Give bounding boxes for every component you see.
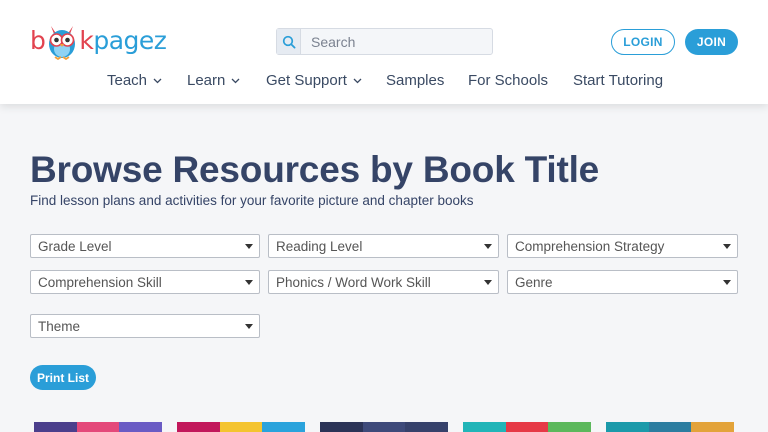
nav-item-label: Start Tutoring xyxy=(573,72,664,89)
owl-logo-icon xyxy=(46,20,78,61)
comprehension-strategy-select[interactable]: Comprehension Strategy xyxy=(507,234,738,258)
chevron-down-icon xyxy=(153,78,162,83)
select-label: Theme xyxy=(38,318,81,334)
thumb-band xyxy=(76,422,120,432)
nav-item-samples[interactable]: Samples xyxy=(386,72,444,89)
thumb-band xyxy=(648,422,692,432)
select-label: Genre xyxy=(515,274,553,290)
book-thumbnail[interactable] xyxy=(320,422,449,432)
caret-down-icon xyxy=(245,324,253,329)
logo-text-pagez: pagez xyxy=(93,25,167,55)
thumb-band xyxy=(177,422,220,432)
nav-item-label: Learn xyxy=(187,72,226,89)
thumb-band xyxy=(463,422,506,432)
nav-item-teach[interactable]: Teach xyxy=(107,72,162,89)
book-thumbnail[interactable] xyxy=(177,422,306,432)
search-icon[interactable] xyxy=(277,29,301,54)
select-label: Reading Level xyxy=(276,238,363,254)
select-label: Comprehension Strategy xyxy=(515,238,665,254)
book-thumbnail[interactable] xyxy=(606,422,735,432)
thumb-band xyxy=(505,422,549,432)
thumb-band xyxy=(548,422,592,432)
nav-item-get-support[interactable]: Get Support xyxy=(266,72,362,89)
nav-item-label: For Schools xyxy=(468,72,549,89)
nav-item-label: Get Support xyxy=(266,72,347,89)
book-thumbnail[interactable] xyxy=(34,422,163,432)
chevron-down-icon xyxy=(231,78,240,83)
caret-down-icon xyxy=(723,244,731,249)
thumb-band xyxy=(606,422,649,432)
nav-item-for-schools[interactable]: For Schools xyxy=(468,72,548,89)
nav-item-start-tutoring[interactable]: Start Tutoring xyxy=(573,72,663,89)
page-title: Browse Resources by Book Title xyxy=(30,149,600,190)
thumb-band xyxy=(262,422,306,432)
page-subtitle: Find lesson plans and activities for you… xyxy=(30,193,474,208)
select-label: Phonics / Word Work Skill xyxy=(276,274,431,290)
thumb-band xyxy=(119,422,163,432)
main-nav: Teach Learn Get Support Samples For Scho… xyxy=(0,72,768,92)
search-bar xyxy=(276,28,493,55)
nav-item-label: Samples xyxy=(386,72,445,89)
thumb-band xyxy=(219,422,263,432)
site-header: b k pagez LOGIN JOIN xyxy=(0,0,768,104)
login-button[interactable]: LOGIN xyxy=(611,29,675,55)
caret-down-icon xyxy=(484,244,492,249)
nav-item-learn[interactable]: Learn xyxy=(187,72,240,89)
logo-text-b: b xyxy=(30,25,46,55)
nav-item-label: Teach xyxy=(107,72,148,89)
caret-down-icon xyxy=(723,280,731,285)
select-label: Grade Level xyxy=(38,238,112,254)
join-button[interactable]: JOIN xyxy=(685,29,738,55)
bookpagez-logo[interactable]: b k pagez xyxy=(30,20,167,61)
print-list-button[interactable]: Print List xyxy=(30,365,96,390)
book-thumbnails xyxy=(0,422,768,432)
book-thumbnail[interactable] xyxy=(463,422,592,432)
caret-down-icon xyxy=(245,280,253,285)
grade-level-select[interactable]: Grade Level xyxy=(30,234,260,258)
logo-text-k: k xyxy=(79,25,94,55)
theme-select[interactable]: Theme xyxy=(30,314,260,338)
phonics-word-work-select[interactable]: Phonics / Word Work Skill xyxy=(268,270,499,294)
genre-select[interactable]: Genre xyxy=(507,270,738,294)
reading-level-select[interactable]: Reading Level xyxy=(268,234,499,258)
thumb-band xyxy=(691,422,735,432)
caret-down-icon xyxy=(245,244,253,249)
caret-down-icon xyxy=(484,280,492,285)
comprehension-skill-select[interactable]: Comprehension Skill xyxy=(30,270,260,294)
search-input[interactable] xyxy=(301,29,492,54)
chevron-down-icon xyxy=(353,78,362,83)
thumb-band xyxy=(362,422,406,432)
thumb-band xyxy=(320,422,363,432)
thumb-band xyxy=(405,422,449,432)
thumb-band xyxy=(34,422,77,432)
select-label: Comprehension Skill xyxy=(38,274,162,290)
